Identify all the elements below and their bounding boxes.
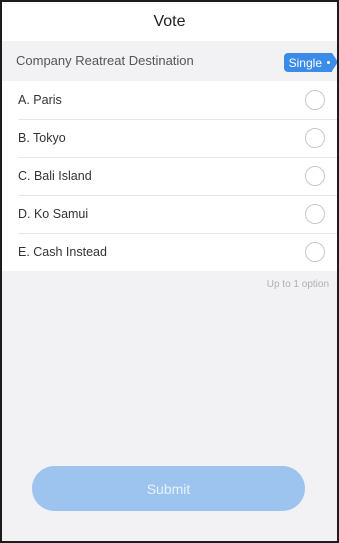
poll-type-badge: Single bbox=[283, 53, 337, 72]
poll-option-label: B. Tokyo bbox=[18, 131, 66, 145]
poll-option[interactable]: A. Paris bbox=[2, 81, 337, 119]
radio-icon[interactable] bbox=[305, 128, 325, 148]
radio-icon[interactable] bbox=[305, 242, 325, 262]
poll-question: Company Reatreat Destination bbox=[16, 53, 194, 68]
title-bar: Vote bbox=[2, 2, 337, 41]
poll-options-list: A. Paris B. Tokyo C. Bali Island D. Ko S… bbox=[2, 81, 337, 271]
poll-type-label: Single bbox=[288, 55, 322, 70]
poll-option-label: D. Ko Samui bbox=[18, 207, 89, 221]
selection-limit-hint: Up to 1 option bbox=[266, 279, 329, 290]
poll-option[interactable]: B. Tokyo bbox=[2, 119, 337, 157]
radio-icon[interactable] bbox=[305, 90, 325, 110]
page-title: Vote bbox=[153, 12, 186, 30]
submit-button[interactable]: Submit bbox=[32, 466, 305, 511]
poll-option-label: E. Cash Instead bbox=[18, 245, 107, 259]
vote-screen: Vote Company Reatreat Destination Single… bbox=[0, 0, 339, 543]
badge-dot-icon bbox=[327, 61, 330, 64]
poll-option-label: A. Paris bbox=[18, 93, 62, 107]
poll-option[interactable]: C. Bali Island bbox=[2, 157, 337, 195]
poll-option-label: C. Bali Island bbox=[18, 169, 92, 183]
poll-option[interactable]: D. Ko Samui bbox=[2, 195, 337, 233]
radio-icon[interactable] bbox=[305, 204, 325, 224]
poll-option[interactable]: E. Cash Instead bbox=[2, 233, 337, 271]
radio-icon[interactable] bbox=[305, 166, 325, 186]
poll-question-row: Company Reatreat Destination Single bbox=[2, 43, 337, 78]
